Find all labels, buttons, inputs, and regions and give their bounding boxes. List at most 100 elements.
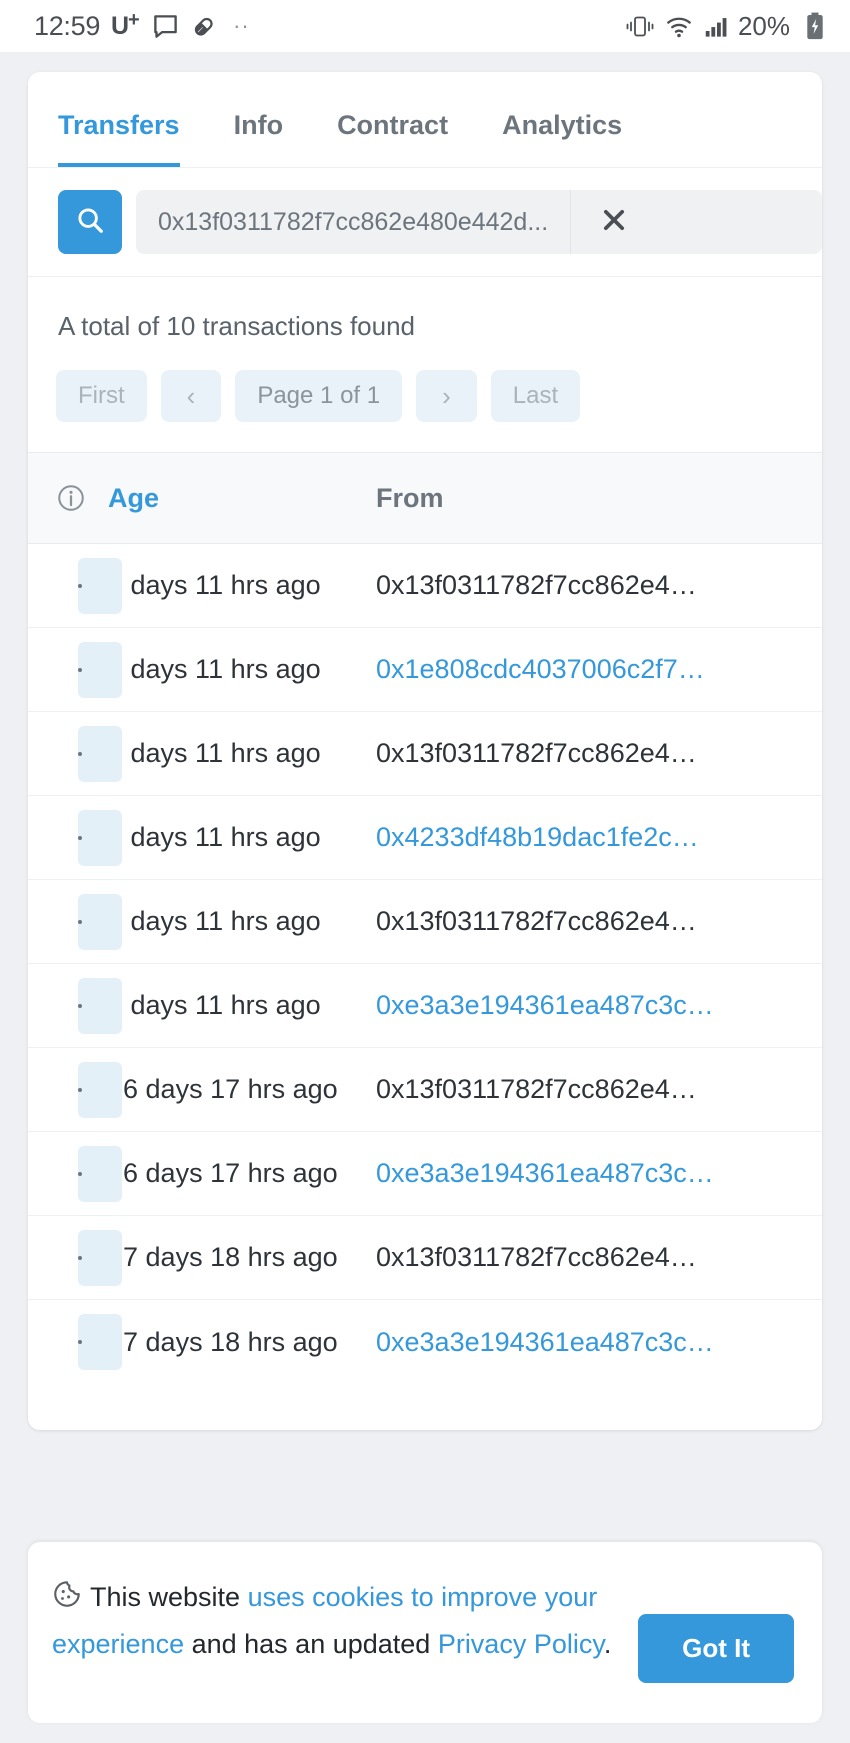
row-marker-dot [78, 1340, 82, 1344]
wifi-icon [664, 13, 694, 40]
table-row[interactable]: 17 days 18 hrs ago 0xe3a3e194361ea487c3c… [28, 1300, 822, 1384]
row-marker-dot [78, 835, 82, 840]
cell-age: 16 days 17 hrs ago [108, 1158, 338, 1188]
cell-from-link[interactable]: 0xe3a3e194361ea487c3c… [376, 1327, 822, 1358]
table-row[interactable]: 9 days 11 hrs ago 0x13f0311782f7cc862e4… [28, 880, 822, 964]
table-row[interactable]: 9 days 11 hrs ago 0xe3a3e194361ea487c3c… [28, 964, 822, 1048]
cell-from-link[interactable]: 0x1e808cdc4037006c2f7… [376, 654, 822, 685]
search-input-value: 0x13f0311782f7cc862e480e442d... [158, 207, 549, 236]
search-clear-button[interactable] [570, 190, 656, 254]
column-header-age[interactable]: Age [108, 483, 376, 514]
transaction-hash-chip[interactable] [78, 977, 122, 1034]
info-icon[interactable] [56, 483, 108, 513]
cookie-text-3: . [603, 1628, 612, 1659]
column-header-from[interactable]: From [376, 483, 822, 514]
transfers-card: Transfers Info Contract Analytics 0x13f0… [28, 72, 822, 1430]
transaction-hash-chip[interactable] [78, 557, 122, 614]
privacy-policy-link[interactable]: Privacy Policy [438, 1629, 604, 1659]
search-button[interactable] [58, 190, 122, 254]
cell-age: 17 days 18 hrs ago [108, 1326, 338, 1357]
tab-transfers[interactable]: Transfers [58, 110, 180, 167]
cell-from-link[interactable]: 0xe3a3e194361ea487c3c… [376, 990, 822, 1021]
cell-from: 0x13f0311782f7cc862e4… [376, 1074, 697, 1104]
transaction-hash-chip[interactable] [78, 1314, 122, 1370]
battery-charging-icon [804, 12, 826, 40]
cell-from: 0x13f0311782f7cc862e4… [376, 738, 697, 768]
cookie-text-2: and has an updated [184, 1628, 438, 1659]
cell-age: 9 days 11 hrs ago [108, 570, 321, 600]
battery-percent: 20% [737, 10, 790, 41]
cell-from-link[interactable]: 0xe3a3e194361ea487c3c… [376, 1158, 822, 1189]
table-body: 9 days 11 hrs ago 0x13f0311782f7cc862e4… 9… [28, 544, 822, 1384]
cell-age: 9 days 11 hrs ago [108, 738, 321, 768]
cookie-text-1: This website [90, 1582, 248, 1612]
cell-from-link[interactable]: 0x4233df48b19dac1fe2c… [376, 822, 822, 853]
tab-analytics[interactable]: Analytics [502, 110, 622, 167]
cell-age: 9 days 11 hrs ago [108, 906, 321, 936]
cell-age: 17 days 18 hrs ago [108, 1242, 338, 1272]
u-plus-icon: U + [111, 12, 141, 40]
status-bar: 12:59 U + ·· 20% [0, 0, 850, 52]
cookie-consent-banner: This website uses cookies to improve you… [28, 1542, 822, 1723]
status-bar-left: 12:59 U + ·· [34, 11, 250, 42]
overflow-dots-icon: ·· [233, 13, 250, 38]
cell-age: 9 days 11 hrs ago [108, 822, 321, 852]
clock: 12:59 [34, 10, 101, 41]
message-icon [152, 13, 179, 40]
cell-from: 0x13f0311782f7cc862e4… [376, 570, 697, 600]
results-count: A total of 10 transactions found [58, 311, 416, 341]
cookie-icon [52, 1579, 82, 1623]
table-row[interactable]: 9 days 11 hrs ago 0x13f0311782f7cc862e4… [28, 544, 822, 628]
tab-contract[interactable]: Contract [337, 110, 448, 167]
cell-age: 9 days 11 hrs ago [108, 654, 321, 684]
row-marker-dot [78, 1255, 82, 1260]
row-marker-dot [78, 583, 82, 588]
table-row[interactable]: 16 days 17 hrs ago 0x13f0311782f7cc862e4… [28, 1048, 822, 1132]
transaction-hash-chip[interactable] [78, 893, 122, 950]
pagination: First ‹ Page 1 of 1 › Last [28, 342, 822, 452]
svg-text:U: U [111, 12, 129, 40]
pagination-next-button[interactable]: › [416, 370, 477, 422]
cell-age: 16 days 17 hrs ago [108, 1074, 338, 1104]
tab-info[interactable]: Info [234, 110, 283, 167]
row-marker-dot [78, 667, 82, 672]
cookie-banner-text: This website uses cookies to improve you… [52, 1576, 638, 1666]
cell-from: 0x13f0311782f7cc862e4… [376, 906, 697, 936]
transaction-hash-chip[interactable] [78, 641, 122, 698]
pagination-first-button[interactable]: First [56, 370, 147, 422]
status-bar-right: 20% [616, 11, 826, 42]
table-row[interactable]: 17 days 18 hrs ago 0x13f0311782f7cc862e4… [28, 1216, 822, 1300]
row-marker-dot [78, 919, 82, 924]
pill-icon [190, 13, 217, 40]
svg-text:+: + [128, 12, 140, 31]
transfers-table: Age From 9 days 11 hrs ago 0x13f0311782f7… [28, 452, 822, 1384]
close-icon [600, 206, 628, 239]
row-marker-dot [78, 751, 82, 756]
pagination-prev-button[interactable]: ‹ [160, 370, 222, 422]
transaction-hash-chip[interactable] [78, 1229, 122, 1286]
table-row[interactable]: 9 days 11 hrs ago 0x1e808cdc4037006c2f7… [28, 628, 822, 712]
transaction-hash-chip[interactable] [78, 1061, 122, 1118]
got-it-button[interactable]: Got It [638, 1614, 794, 1683]
table-row[interactable]: 16 days 17 hrs ago 0xe3a3e194361ea487c3c… [28, 1132, 822, 1216]
cell-age: 9 days 11 hrs ago [108, 990, 321, 1020]
table-header-row: Age From [28, 452, 822, 544]
card-footer-spacer [28, 1384, 822, 1430]
pagination-last-button[interactable]: Last [490, 370, 581, 422]
cell-from: 0x13f0311782f7cc862e4… [376, 1242, 697, 1272]
table-row[interactable]: 9 days 11 hrs ago 0x4233df48b19dac1fe2c… [28, 796, 822, 880]
row-marker-dot [78, 1087, 82, 1092]
transaction-hash-chip[interactable] [78, 809, 122, 866]
search-bar: 0x13f0311782f7cc862e480e442d... [28, 168, 822, 277]
signal-icon [703, 13, 731, 40]
search-input[interactable]: 0x13f0311782f7cc862e480e442d... [136, 190, 822, 254]
row-marker-dot [78, 1003, 82, 1008]
transaction-hash-chip[interactable] [78, 725, 122, 782]
transaction-hash-chip[interactable] [78, 1145, 122, 1202]
tab-bar: Transfers Info Contract Analytics [28, 72, 822, 168]
row-marker-dot [78, 1171, 82, 1176]
vibrate-icon [625, 13, 655, 40]
table-row[interactable]: 9 days 11 hrs ago 0x13f0311782f7cc862e4… [28, 712, 822, 796]
pagination-page-indicator: Page 1 of 1 [235, 370, 403, 422]
search-icon [75, 205, 105, 240]
